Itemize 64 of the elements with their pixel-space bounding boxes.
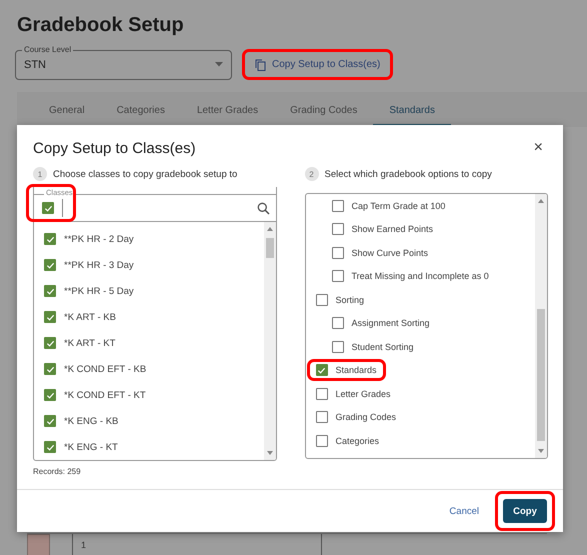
color-swatch bbox=[27, 534, 50, 555]
records-count: Records: 259 bbox=[33, 467, 82, 476]
option-label: Cap Term Grade at 100 bbox=[352, 200, 446, 211]
checkbox[interactable] bbox=[44, 259, 56, 271]
class-label: *K ENG - KB bbox=[64, 416, 118, 426]
checkbox[interactable] bbox=[316, 411, 328, 424]
checkbox[interactable] bbox=[316, 388, 328, 400]
checkbox[interactable] bbox=[332, 340, 344, 353]
checkbox[interactable] bbox=[332, 200, 344, 212]
checkbox[interactable] bbox=[44, 415, 56, 427]
checkbox[interactable] bbox=[44, 441, 56, 453]
class-label: *K ENG - KT bbox=[64, 442, 118, 452]
field-label: Course Level bbox=[22, 44, 74, 54]
checkbox[interactable] bbox=[332, 317, 344, 330]
tab[interactable]: Categories bbox=[100, 105, 181, 127]
tab[interactable]: Letter Grades bbox=[180, 105, 274, 127]
checkbox[interactable] bbox=[44, 389, 56, 401]
search-icon bbox=[256, 202, 270, 214]
scrollbar-drawing[interactable] bbox=[264, 222, 276, 460]
class-label: *K COND EFT - KT bbox=[64, 390, 146, 400]
checkbox[interactable] bbox=[44, 337, 56, 349]
copy-button[interactable]: Copy bbox=[503, 499, 547, 523]
dialog-title: Copy Setup to Class(es) bbox=[33, 140, 196, 156]
checkbox[interactable] bbox=[42, 202, 54, 214]
option-label: Grading Codes bbox=[336, 412, 396, 422]
option-label: Sorting bbox=[336, 294, 364, 305]
option-label: Assignment Sorting bbox=[352, 318, 430, 328]
option-label: Student Sorting bbox=[352, 342, 414, 352]
checkbox[interactable] bbox=[44, 233, 56, 245]
cancel-link[interactable]: Cancel bbox=[443, 504, 485, 518]
tab[interactable]: General bbox=[33, 105, 101, 127]
option-label: Show Curve Points bbox=[352, 248, 428, 258]
checkbox[interactable] bbox=[316, 364, 328, 376]
copy-setup-button[interactable]: Copy Setup to Class(es) bbox=[242, 49, 394, 80]
class-label: *K ART - KT bbox=[64, 338, 116, 348]
class-label: **PK HR - 3 Day bbox=[64, 260, 134, 270]
copy-icon bbox=[255, 58, 266, 70]
option-label: Show Earned Points bbox=[352, 224, 434, 234]
checkbox[interactable] bbox=[44, 285, 56, 297]
class-label: **PK HR - 2 Day bbox=[64, 234, 134, 244]
table-cell: 1 bbox=[72, 534, 322, 555]
page-title: Gradebook Setup bbox=[17, 14, 185, 37]
step-number: 1 bbox=[33, 167, 47, 181]
tab[interactable]: Grading Codes bbox=[274, 105, 374, 127]
checkbox[interactable] bbox=[332, 246, 344, 259]
option-label: Standards bbox=[336, 365, 377, 376]
option-label: Letter Grades bbox=[336, 388, 391, 399]
checkbox[interactable] bbox=[44, 311, 56, 323]
checkbox[interactable] bbox=[332, 223, 344, 236]
class-label: *K COND EFT - KB bbox=[64, 364, 146, 374]
dropdown-caret-icon bbox=[215, 62, 223, 67]
class-label: *K ART - KB bbox=[64, 312, 116, 322]
step-text: Choose classes to copy gradebook setup to bbox=[53, 168, 238, 180]
checkbox[interactable] bbox=[316, 434, 328, 447]
class-label: **PK HR - 5 Day bbox=[64, 286, 134, 296]
scrollbar-drawing[interactable] bbox=[535, 194, 547, 458]
option-label: Categories bbox=[336, 436, 380, 446]
checkbox[interactable] bbox=[316, 294, 328, 306]
checkbox[interactable] bbox=[44, 363, 56, 375]
close-button[interactable]: × bbox=[530, 139, 547, 157]
step-text: Select which gradebook options to copy bbox=[324, 168, 492, 180]
checkbox[interactable] bbox=[332, 270, 344, 282]
option-label: Treat Missing and Incomplete as 0 bbox=[352, 271, 489, 282]
step-number: 2 bbox=[304, 167, 318, 181]
